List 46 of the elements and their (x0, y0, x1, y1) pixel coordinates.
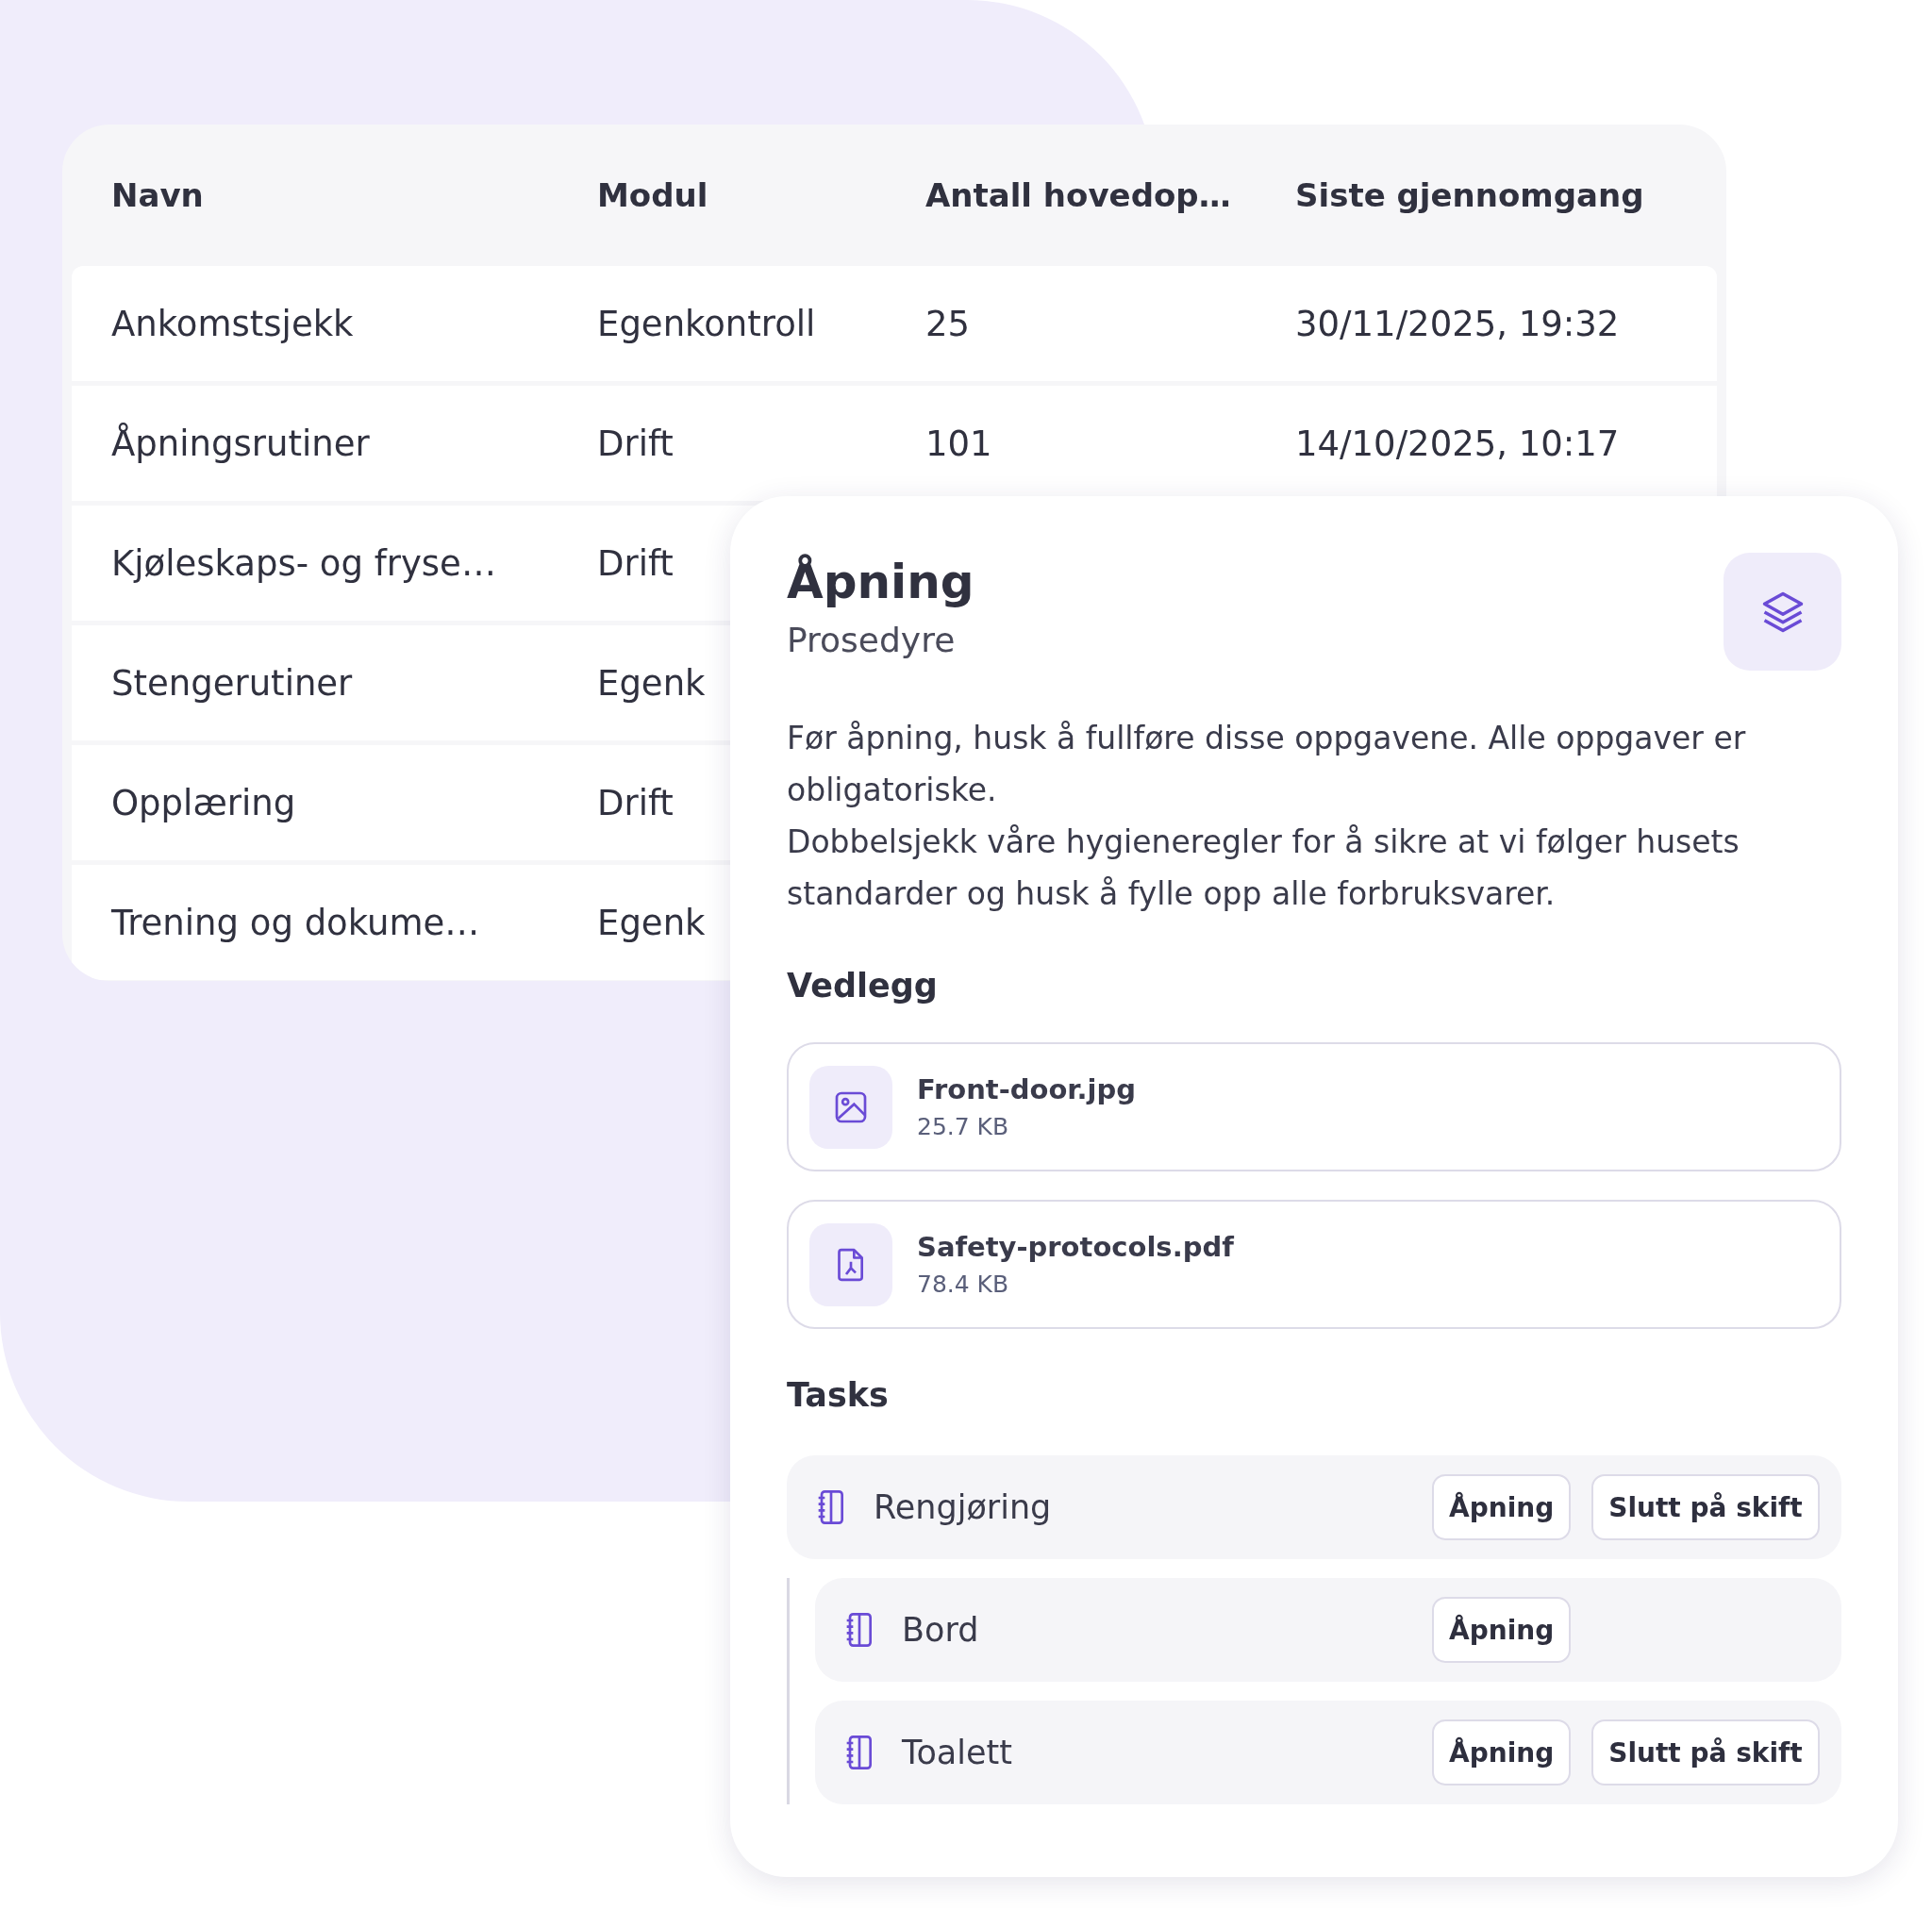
column-header[interactable]: Modul (597, 176, 708, 214)
table-cell: Kjøleskaps- og fryse… (111, 542, 496, 584)
table-cell: Drift (597, 423, 674, 464)
file-name: Safety-protocols.pdf (917, 1231, 1234, 1263)
table-cell: Egenk (597, 662, 706, 704)
shift-tag[interactable]: Åpning (1432, 1474, 1572, 1540)
task-row[interactable]: Bord Åpning (815, 1578, 1841, 1682)
shift-tag[interactable]: Slutt på skift (1591, 1719, 1820, 1785)
file-size: 78.4 KB (917, 1271, 1010, 1298)
column-header[interactable]: Siste gjennomgang (1295, 176, 1644, 214)
description-text: Før åpning, husk å fullføre disse oppgavene. Alle oppgaver er obligatoriske. (787, 719, 1747, 810)
table-cell: 101 (925, 423, 992, 464)
attachment-item[interactable]: Front-door.jpg 25.7 KB (787, 1042, 1841, 1171)
table-cell: 25 (925, 303, 971, 344)
table-cell: Drift (597, 782, 674, 823)
table-cell: 14/10/2025, 10:17 (1295, 423, 1620, 464)
table-cell: Egenkontroll (597, 303, 816, 344)
table-cell: 30/11/2025, 19:32 (1295, 303, 1620, 344)
layers-button[interactable] (1724, 553, 1841, 671)
panel-title: Åpning (787, 555, 974, 609)
table-row[interactable]: Åpningsrutiner Drift 101 14/10/2025, 10:17 (72, 386, 1717, 501)
panel-subtitle: Prosedyre (787, 621, 957, 659)
task-name: Rengjøring (874, 1488, 1053, 1526)
file-size: 25.7 KB (917, 1113, 1010, 1140)
table-cell: Stengerutiner (111, 662, 353, 704)
column-header[interactable]: Navn (111, 176, 204, 214)
table-cell: Åpningsrutiner (111, 423, 370, 464)
description-text: Dobbelsjekk våre hygieneregler for å sikre at vi følger husets standarder og husk å fylle opp alle forbruksvarer. (787, 822, 1740, 914)
table-cell: Trening og dokume… (111, 902, 480, 943)
table-cell: Egenk (597, 902, 706, 943)
table-row[interactable]: Ankomstsjekk Egenkontroll 25 30/11/2025, 19:32 (72, 266, 1717, 381)
shift-tag[interactable]: Åpning (1432, 1597, 1572, 1663)
task-row[interactable]: Toalett Åpning Slutt på skift (815, 1701, 1841, 1804)
shift-tag[interactable]: Åpning (1432, 1719, 1572, 1785)
table-cell: Ankomstsjekk (111, 303, 354, 344)
shift-tag[interactable]: Slutt på skift (1591, 1474, 1820, 1540)
task-row[interactable]: Rengjøring Åpning Slutt på skift (787, 1455, 1841, 1559)
task-name: Toalett (902, 1734, 1013, 1771)
section-heading: Tasks (787, 1376, 890, 1414)
file-name: Front-door.jpg (917, 1073, 1136, 1105)
column-header[interactable]: Antall hovedop… (925, 176, 1231, 214)
task-name: Bord (902, 1611, 980, 1649)
attachment-item[interactable]: Safety-protocols.pdf 78.4 KB (787, 1200, 1841, 1329)
table-cell: Drift (597, 542, 674, 584)
section-heading: Vedlegg (787, 967, 939, 1005)
table-cell: Opplæring (111, 782, 296, 823)
